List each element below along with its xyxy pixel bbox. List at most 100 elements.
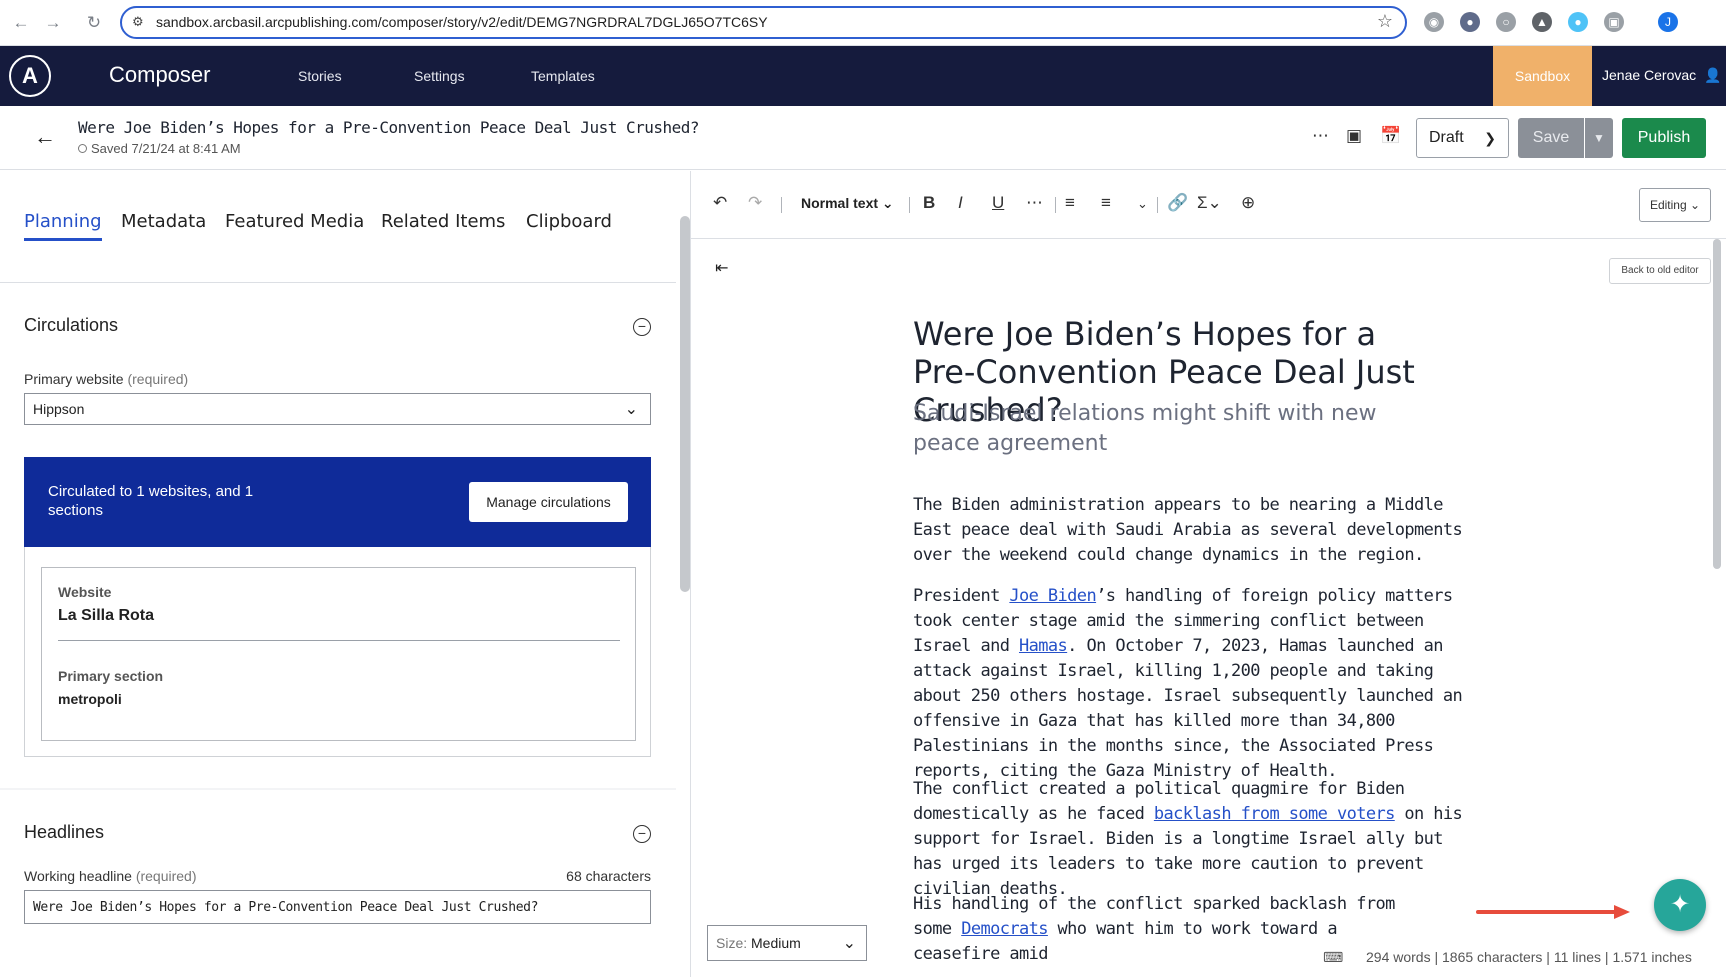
collapse-headlines-icon[interactable]: − [633, 825, 651, 843]
paragraph-2[interactable]: President Joe Biden’s handling of foreig… [913, 584, 1473, 784]
toolbar-divider [781, 197, 782, 213]
bookmark-star-icon[interactable]: ☆ [1377, 11, 1393, 32]
word-count-status: 294 words | 1865 characters | 11 lines |… [1366, 949, 1692, 965]
ai-sparkle-button[interactable]: ✦ [1654, 879, 1706, 931]
size-select[interactable]: Size: Medium ⌄ [707, 925, 867, 961]
back-arrow-icon[interactable]: ← [34, 124, 56, 150]
paragraph-2-text-a: President [913, 586, 1010, 606]
toolbar-divider [909, 197, 910, 213]
left-panel-scrollbar[interactable] [680, 216, 690, 592]
collapse-circulations-icon[interactable]: − [633, 318, 651, 336]
text-style-value: Normal text [801, 195, 879, 211]
saved-dot-icon [78, 144, 87, 153]
text-style-select[interactable]: Normal text ⌄ [801, 195, 894, 212]
numbered-list-icon[interactable]: ≡ [1101, 193, 1111, 213]
forward-nav-icon[interactable]: → [42, 12, 64, 34]
italic-icon[interactable]: I [958, 193, 963, 213]
nav-stories[interactable]: Stories [298, 68, 342, 84]
save-button[interactable]: Save [1518, 118, 1584, 158]
status-select[interactable]: Draft ❯ [1416, 118, 1509, 158]
backlash-link[interactable]: backlash from some voters [1154, 804, 1395, 824]
joe-biden-link[interactable]: Joe Biden [1009, 586, 1096, 606]
saved-status: Saved 7/21/24 at 8:41 AM [78, 141, 241, 156]
editor-scrollbar[interactable] [1713, 239, 1721, 569]
website-value: La Silla Rota [58, 607, 155, 624]
primary-website-select[interactable]: Hippson ⌄ [24, 393, 651, 425]
circulation-card: Website La Silla Rota Primary section me… [41, 567, 636, 741]
bullet-list-icon[interactable]: ≡ [1065, 193, 1075, 213]
story-title: Were Joe Biden’s Hopes for a Pre-Convent… [78, 118, 700, 137]
more-options-icon[interactable]: ⋯ [1312, 126, 1329, 146]
list-options-chevron-icon[interactable]: ⌄ [1137, 196, 1148, 212]
tab-clipboard[interactable]: Clipboard [526, 211, 612, 232]
publish-button[interactable]: Publish [1622, 118, 1706, 158]
article-subheadline[interactable]: Saudi-Israel relations might shift with … [913, 399, 1443, 459]
paragraph-1[interactable]: The Biden administration appears to be n… [913, 493, 1473, 568]
sparkle-icon: ✦ [1669, 891, 1691, 918]
size-label: Size: [716, 935, 748, 951]
address-bar[interactable]: ⚙ sandbox.arcbasil.arcpublishing.com/com… [120, 6, 1407, 39]
required-marker: (required) [127, 371, 189, 387]
profile-avatar[interactable]: J [1658, 12, 1678, 32]
primary-website-label: Primary website (required) [24, 371, 188, 387]
tab-related-items[interactable]: Related Items [381, 211, 505, 232]
extension-icon-2[interactable]: ○ [1496, 12, 1516, 32]
primary-section-value: metropoli [58, 691, 122, 707]
back-to-old-editor-button[interactable]: Back to old editor [1609, 258, 1711, 284]
democrats-link[interactable]: Democrats [961, 919, 1048, 939]
editor-panel: ↶ ↷ Normal text ⌄ B I U ⋯ ≡ ≡ ⌄ 🔗 Σ⌄ ⊕ E… [690, 171, 1726, 977]
redo-icon[interactable]: ↷ [748, 193, 762, 213]
reload-icon[interactable]: ↻ [83, 12, 105, 34]
tab-featured-media[interactable]: Featured Media [225, 211, 364, 232]
camera-extension-icon[interactable]: ◉ [1424, 12, 1444, 32]
nav-settings[interactable]: Settings [414, 68, 465, 84]
puzzle-extension-icon[interactable]: ▣ [1604, 12, 1624, 32]
red-arrow-annotation [1476, 905, 1630, 919]
hamas-link[interactable]: Hamas [1019, 636, 1068, 656]
paragraph-4[interactable]: His handling of the conflict sparked bac… [913, 892, 1433, 967]
circulations-title: Circulations [24, 315, 119, 335]
working-headline-input[interactable]: Were Joe Biden’s Hopes for a Pre-Convent… [24, 890, 651, 924]
user-name[interactable]: Jenae Cerovac [1602, 67, 1696, 83]
toolbar-divider [1157, 197, 1158, 213]
nav-templates[interactable]: Templates [531, 68, 595, 84]
primary-section-label: Primary section [58, 668, 164, 684]
circulation-summary: Circulated to 1 websites, and 1 sections [48, 483, 254, 519]
url-text[interactable]: sandbox.arcbasil.arcpublishing.com/compo… [156, 14, 768, 30]
user-icon[interactable]: 👤 [1704, 67, 1721, 83]
back-nav-icon[interactable]: ← [10, 12, 32, 34]
extension-icon-1[interactable]: ● [1460, 12, 1480, 32]
required-marker: (required) [135, 868, 197, 884]
primary-website-label-text: Primary website [24, 371, 124, 387]
circulation-details: Website La Silla Rota Primary section me… [24, 547, 651, 757]
site-settings-icon[interactable]: ⚙ [132, 14, 144, 30]
arc-logo-icon[interactable]: A [9, 55, 51, 97]
add-element-icon[interactable]: ⊕ [1241, 193, 1255, 213]
bold-icon[interactable]: B [923, 193, 935, 213]
preview-icon[interactable]: ▣ [1346, 126, 1362, 146]
saved-text: Saved 7/21/24 at 8:41 AM [91, 141, 241, 156]
link-icon[interactable]: 🔗 [1167, 193, 1188, 213]
tab-metadata[interactable]: Metadata [121, 211, 206, 232]
editing-mode-select[interactable]: Editing ⌄ [1639, 188, 1711, 222]
user-menu[interactable]: Jenae Cerovac 👤 [1602, 67, 1722, 84]
toolbar-divider [1055, 197, 1056, 213]
save-dropdown-chevron-icon[interactable]: ▼ [1585, 118, 1613, 158]
extension-icon-3[interactable]: ● [1568, 12, 1588, 32]
circulations-section: Circulations − Primary website (required… [0, 283, 676, 788]
paragraph-3[interactable]: The conflict created a political quagmir… [913, 777, 1473, 902]
collapse-panel-icon[interactable]: ⇤ [715, 258, 728, 278]
schedule-calendar-icon[interactable]: 📅 [1380, 126, 1401, 146]
undo-icon[interactable]: ↶ [713, 193, 727, 213]
arc-extension-icon[interactable]: ▲ [1532, 12, 1552, 32]
underline-icon[interactable]: U [992, 193, 1004, 213]
tab-planning[interactable]: Planning [24, 211, 102, 241]
keyboard-icon[interactable]: ⌨ [1323, 949, 1343, 966]
app-title[interactable]: Composer [109, 62, 210, 88]
formula-sigma-icon[interactable]: Σ⌄ [1197, 193, 1222, 213]
headlines-section: Headlines − Working headline (required) … [0, 790, 676, 977]
website-label: Website [58, 584, 112, 600]
manage-circulations-button[interactable]: Manage circulations [469, 482, 628, 522]
more-formatting-icon[interactable]: ⋯ [1026, 193, 1043, 213]
headlines-title: Headlines [24, 822, 105, 842]
